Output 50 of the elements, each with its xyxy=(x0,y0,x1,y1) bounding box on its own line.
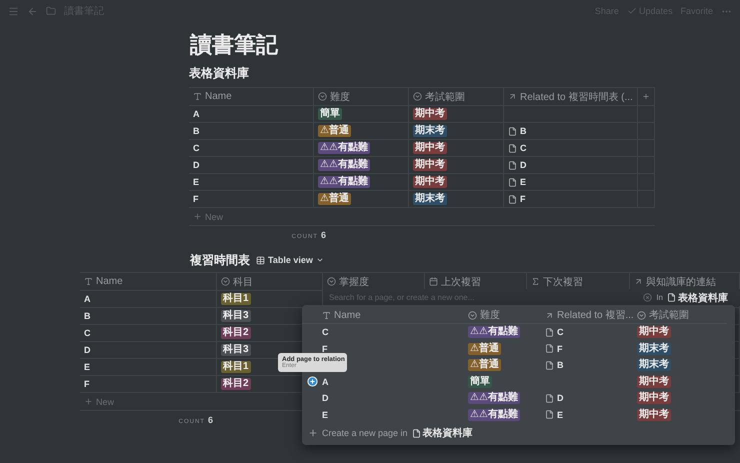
select-tag: 期末考 xyxy=(637,359,671,372)
column-label: 考試範圍 xyxy=(425,90,465,104)
database-title: 複習時間表 xyxy=(190,252,250,268)
column-label: 上次複習 xyxy=(441,276,481,288)
select-tag: ⚠普通 xyxy=(468,342,501,355)
column-label: 科目 xyxy=(233,276,253,288)
column-label: 與知識庫的連結 xyxy=(646,276,716,288)
select-tag: 期中考 xyxy=(413,159,447,171)
select-tag: ⚠⚠有點難 xyxy=(468,408,520,421)
select-tag: ⚠⚠有點難 xyxy=(318,142,370,154)
select-tag: 期末考 xyxy=(413,193,447,205)
select-tag: 期中考 xyxy=(413,142,447,154)
select-tag: ⚠⚠有點難 xyxy=(468,326,520,338)
select-tag: ⚠普通 xyxy=(468,359,501,372)
select-tag: 期中考 xyxy=(637,408,671,421)
select-tag: 簡單 xyxy=(318,108,342,120)
select-tag: ⚠⚠有點難 xyxy=(468,392,520,404)
select-tag: 科目3 xyxy=(221,310,251,322)
column-label: Name xyxy=(205,91,232,102)
select-tag: 期中考 xyxy=(637,392,671,404)
column-label: 下次複習 xyxy=(543,276,583,288)
select-tag: 期末考 xyxy=(637,342,671,355)
database-title: 表格資料庫 xyxy=(189,64,249,82)
select-tag: 期中考 xyxy=(413,176,447,188)
select-tag: 期末考 xyxy=(413,125,447,137)
select-tag: 簡單 xyxy=(468,376,492,388)
select-tag: ⚠⚠有點難 xyxy=(318,176,370,188)
count-value: 6 xyxy=(320,230,326,240)
select-tag: ⚠⚠有點難 xyxy=(318,159,370,171)
column-label: Name xyxy=(334,310,361,320)
select-tag: 科目1 xyxy=(221,361,251,373)
scope-label: In xyxy=(656,293,663,302)
select-tag: 科目3 xyxy=(221,344,251,356)
column-label: Related to 複習時間表 (... xyxy=(520,90,633,104)
select-tag: 科目2 xyxy=(221,327,251,339)
select-tag: 期中考 xyxy=(413,108,447,120)
page-title: 讀書筆記 xyxy=(190,31,280,59)
column-label: 難度 xyxy=(330,90,350,104)
column-label: 難度 xyxy=(480,308,500,322)
select-tag: 科目1 xyxy=(221,293,251,305)
select-tag: 期中考 xyxy=(637,326,671,338)
column-label: 考試範圍 xyxy=(649,308,689,322)
select-tag: 科目2 xyxy=(221,378,251,390)
count-value: 6 xyxy=(208,415,213,425)
column-label: 掌握度 xyxy=(339,276,369,288)
select-tag: 期中考 xyxy=(637,376,671,388)
select-tag: ⚠普通 xyxy=(318,193,351,205)
column-label: Related to 複習... xyxy=(557,308,634,322)
column-label: Name xyxy=(96,276,123,287)
select-tag: ⚠普通 xyxy=(318,125,351,137)
